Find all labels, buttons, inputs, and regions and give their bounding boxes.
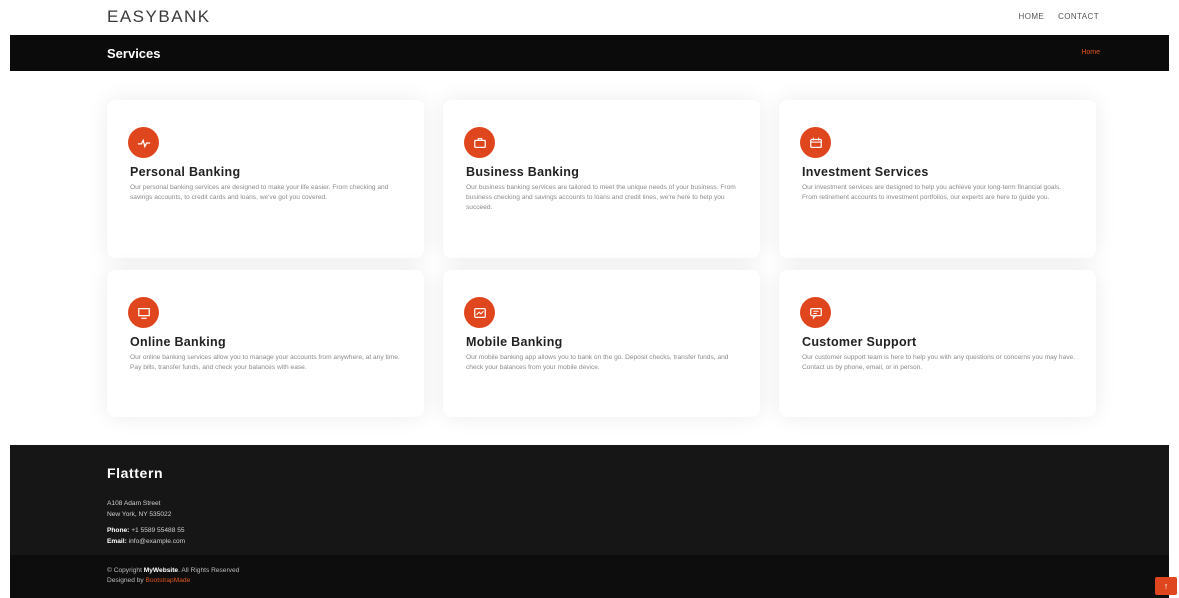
footer-phone-value: +1 5589 55488 55 — [131, 527, 185, 534]
service-description: Our online banking services allow you to… — [130, 354, 400, 371]
footer-email-value[interactable]: info@example.com — [129, 538, 186, 545]
service-title: Business Banking — [466, 165, 580, 179]
service-description: Our mobile banking app allows you to ban… — [466, 354, 729, 371]
designed-by-link[interactable]: BootstrapMade — [146, 577, 191, 584]
site-header: EASYBANK HOME CONTACT — [0, 0, 1179, 35]
footer-title: Flattern — [107, 465, 164, 481]
service-description: Our personal banking services are design… — [130, 184, 389, 201]
footer-email: Email: info@example.com — [107, 538, 185, 545]
service-card-online-banking: Online Banking Our online banking servic… — [107, 270, 424, 417]
service-card-investment-services: Investment Services Our investment servi… — [779, 100, 1096, 258]
service-card-customer-support: Customer Support Our customer support te… — [779, 270, 1096, 417]
footer-address-line2: New York, NY 535022 — [107, 511, 172, 518]
breadcrumb-home-link[interactable]: Home — [1081, 49, 1100, 56]
site-footer: Flattern A108 Adam Street New York, NY 5… — [10, 445, 1169, 598]
service-description: Our customer support team is here to hel… — [802, 354, 1076, 371]
service-title: Customer Support — [802, 335, 917, 349]
nav-home-link[interactable]: HOME — [1019, 12, 1045, 21]
footer-email-label: Email: — [107, 538, 127, 545]
designed-by-label: Designed by — [107, 577, 144, 584]
service-card-mobile-banking: Mobile Banking Our mobile banking app al… — [443, 270, 760, 417]
service-card-personal-banking: Personal Banking Our personal banking se… — [107, 100, 424, 258]
footer-address-line1: A108 Adam Street — [107, 500, 161, 507]
chat-icon — [800, 297, 831, 328]
page-title: Services — [107, 46, 161, 61]
copyright: © Copyright MyWebsite. All Rights Reserv… — [107, 567, 239, 574]
back-to-top-button[interactable]: ↑ — [1155, 577, 1177, 595]
copyright-brand: MyWebsite — [143, 567, 179, 574]
briefcase-icon — [464, 127, 495, 158]
copyright-suffix: . All Rights Reserved — [178, 567, 240, 574]
copyright-prefix: © Copyright — [107, 567, 142, 574]
nav-contact-link[interactable]: CONTACT — [1058, 12, 1099, 21]
service-title: Online Banking — [130, 335, 226, 349]
service-title: Mobile Banking — [466, 335, 563, 349]
service-title: Personal Banking — [130, 165, 241, 179]
calendar-icon — [800, 127, 831, 158]
main-nav: HOME CONTACT — [1019, 12, 1099, 21]
designed-by: Designed by BootstrapMade — [107, 577, 190, 584]
service-card-business-banking: Business Banking Our business banking se… — [443, 100, 760, 258]
monitor-icon — [128, 297, 159, 328]
brand-logo[interactable]: EASYBANK — [107, 7, 211, 27]
footer-phone-label: Phone: — [107, 527, 130, 534]
footer-phone: Phone: +1 5589 55488 55 — [107, 527, 185, 534]
service-description: Our investment services are designed to … — [802, 184, 1062, 201]
service-title: Investment Services — [802, 165, 929, 179]
pulse-icon — [128, 127, 159, 158]
page-title-bar: Services Home — [10, 35, 1169, 71]
mobile-icon — [464, 297, 495, 328]
service-description: Our business banking services are tailor… — [466, 184, 736, 211]
